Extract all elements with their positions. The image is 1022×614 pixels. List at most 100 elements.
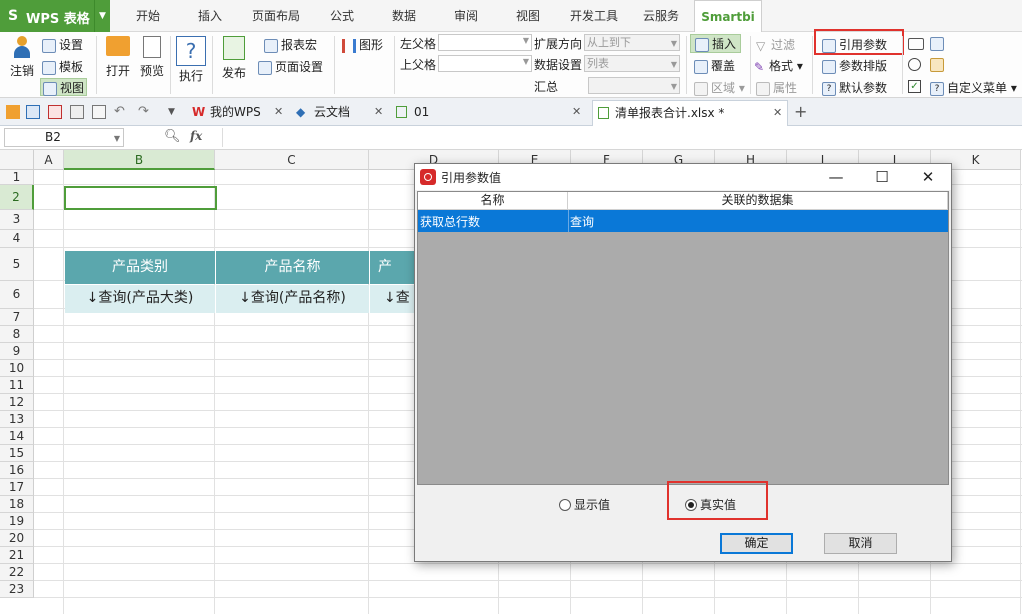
listbox-button[interactable] bbox=[930, 36, 947, 51]
list-item[interactable]: 获取总行数 查询 bbox=[418, 210, 948, 232]
image-control-button[interactable] bbox=[930, 57, 947, 72]
row-header[interactable]: 2 bbox=[0, 185, 34, 210]
row-header[interactable]: 7 bbox=[0, 309, 34, 326]
radio-control-button[interactable] bbox=[908, 57, 921, 71]
print-icon[interactable] bbox=[70, 105, 84, 119]
data-cell-query-name[interactable]: ↓查询(产品名称) bbox=[216, 285, 370, 313]
row-header[interactable]: 23 bbox=[0, 581, 34, 598]
area-button[interactable]: 区域 ▾ bbox=[694, 79, 745, 96]
row-header[interactable]: 9 bbox=[0, 343, 34, 360]
redo-icon[interactable]: ↷ bbox=[138, 105, 152, 119]
row-header[interactable]: 5 bbox=[0, 248, 34, 281]
row-header[interactable]: 1 bbox=[0, 170, 34, 185]
tab-cloud[interactable]: 云服务 bbox=[634, 0, 688, 32]
textbox-button[interactable] bbox=[908, 36, 924, 50]
export-pdf-icon[interactable] bbox=[48, 105, 62, 119]
tab-developer[interactable]: 开发工具 bbox=[562, 0, 626, 32]
column-header-dataset[interactable]: 关联的数据集 bbox=[568, 192, 948, 210]
tab-review[interactable]: 审阅 bbox=[442, 0, 490, 32]
view-button[interactable]: 视图 bbox=[40, 78, 88, 96]
ok-button[interactable]: 确定 bbox=[720, 533, 793, 554]
doc-tab-01[interactable]: 01 ✕ bbox=[394, 100, 584, 124]
formula-input[interactable] bbox=[222, 128, 1018, 147]
folder-icon[interactable] bbox=[6, 105, 20, 119]
name-box[interactable]: B2 ▼ bbox=[4, 128, 124, 147]
doc-tab-cloud[interactable]: ◆ 云文档 ✕ bbox=[294, 100, 386, 124]
undo-icon[interactable]: ↶ bbox=[114, 105, 128, 119]
filter-button[interactable]: ▽ 过滤 bbox=[756, 36, 795, 53]
tab-formula[interactable]: 公式 bbox=[318, 0, 366, 32]
settings-button[interactable]: 设置 bbox=[42, 36, 83, 53]
doc-tab-active[interactable]: 清单报表合计.xlsx * ✕ bbox=[592, 100, 788, 126]
row-header[interactable]: 22 bbox=[0, 564, 34, 581]
chevron-down-icon[interactable]: ▼ bbox=[94, 0, 110, 32]
selected-cell-b2[interactable] bbox=[64, 186, 217, 210]
property-button[interactable]: 属性 bbox=[756, 79, 797, 96]
tab-view[interactable]: 视图 bbox=[504, 0, 552, 32]
radio-display-value[interactable]: 显示值 bbox=[559, 496, 610, 513]
function-fx-icon[interactable]: fx bbox=[190, 129, 202, 143]
top-parent-select[interactable]: ▼ bbox=[438, 55, 532, 72]
header-cell-product-category[interactable]: 产品类别 bbox=[65, 251, 216, 284]
tab-page-layout[interactable]: 页面布局 bbox=[246, 0, 306, 32]
chevron-down-icon[interactable]: ▼ bbox=[168, 105, 182, 119]
preview-button[interactable]: 预览 bbox=[138, 36, 166, 79]
row-header[interactable]: 11 bbox=[0, 377, 34, 394]
tab-home[interactable]: 开始 bbox=[124, 0, 172, 32]
minimize-icon[interactable]: — bbox=[813, 164, 859, 190]
row-header[interactable]: 10 bbox=[0, 360, 34, 377]
param-list[interactable]: 名称 关联的数据集 获取总行数 查询 bbox=[417, 191, 949, 485]
save-icon[interactable] bbox=[26, 105, 40, 119]
row-header[interactable]: 17 bbox=[0, 479, 34, 496]
row-header[interactable]: 18 bbox=[0, 496, 34, 513]
maximize-icon[interactable]: ☐ bbox=[859, 164, 905, 190]
row-header[interactable]: 4 bbox=[0, 230, 34, 248]
column-header[interactable]: C bbox=[215, 150, 369, 170]
row-header[interactable]: 14 bbox=[0, 428, 34, 445]
close-icon[interactable]: ✕ bbox=[905, 164, 951, 190]
tab-smartbi[interactable]: Smartbi bbox=[694, 0, 762, 33]
row-header[interactable]: 15 bbox=[0, 445, 34, 462]
zoom-search-icon[interactable]: 🔍︎ bbox=[164, 129, 181, 144]
doc-tab-mywps[interactable]: W 我的WPS ✕ bbox=[190, 100, 286, 124]
row-header[interactable]: 3 bbox=[0, 210, 34, 230]
publish-button[interactable]: 发布 bbox=[218, 36, 250, 81]
param-layout-button[interactable]: 参数排版 bbox=[822, 57, 887, 74]
row-header[interactable]: 13 bbox=[0, 411, 34, 428]
expand-direction-select[interactable]: 从上到下 ▼ bbox=[584, 34, 680, 51]
row-header[interactable]: 8 bbox=[0, 326, 34, 343]
row-header[interactable]: 20 bbox=[0, 530, 34, 547]
insert-button[interactable]: 插入 bbox=[690, 34, 742, 53]
cover-button[interactable]: 覆盖 bbox=[694, 57, 735, 74]
row-header[interactable]: 16 bbox=[0, 462, 34, 479]
chart-button[interactable]: 图形 bbox=[342, 36, 383, 53]
open-button[interactable]: 打开 bbox=[104, 36, 132, 79]
close-icon[interactable]: ✕ bbox=[773, 101, 782, 125]
close-icon[interactable]: ✕ bbox=[572, 100, 581, 124]
report-macro-button[interactable]: 报表宏 bbox=[264, 36, 317, 53]
checkbox-control-button[interactable]: ✓ bbox=[908, 79, 921, 93]
format-button[interactable]: ✎ 格式 ▾ bbox=[754, 57, 803, 74]
row-header[interactable]: 6 bbox=[0, 281, 34, 309]
row-header[interactable]: 12 bbox=[0, 394, 34, 411]
tab-insert[interactable]: 插入 bbox=[186, 0, 234, 32]
cancel-button[interactable]: 取消 bbox=[824, 533, 897, 554]
logout-button[interactable]: 注销 bbox=[8, 36, 36, 79]
execute-button[interactable]: ? 执行 bbox=[174, 36, 208, 84]
left-parent-select[interactable]: ▼ bbox=[438, 34, 532, 51]
page-setup-button[interactable]: 页面设置 bbox=[258, 58, 323, 75]
template-button[interactable]: 模板 bbox=[42, 58, 83, 75]
close-icon[interactable]: ✕ bbox=[374, 100, 383, 124]
close-icon[interactable]: ✕ bbox=[274, 100, 283, 124]
app-menu-button[interactable]: S WPS 表格 ▼ bbox=[0, 0, 110, 32]
data-cell-query-category[interactable]: ↓查询(产品大类) bbox=[65, 285, 216, 313]
column-header-name[interactable]: 名称 bbox=[418, 192, 568, 210]
row-header[interactable]: 21 bbox=[0, 547, 34, 564]
summary-select[interactable]: ▼ bbox=[588, 77, 680, 94]
header-cell-product-name[interactable]: 产品名称 bbox=[216, 251, 370, 284]
new-tab-plus-icon[interactable]: + bbox=[794, 100, 812, 124]
tab-data[interactable]: 数据 bbox=[380, 0, 428, 32]
select-all-corner[interactable] bbox=[0, 150, 34, 170]
default-param-button[interactable]: ? 默认参数 bbox=[822, 79, 887, 96]
print-preview-icon[interactable] bbox=[92, 105, 106, 119]
